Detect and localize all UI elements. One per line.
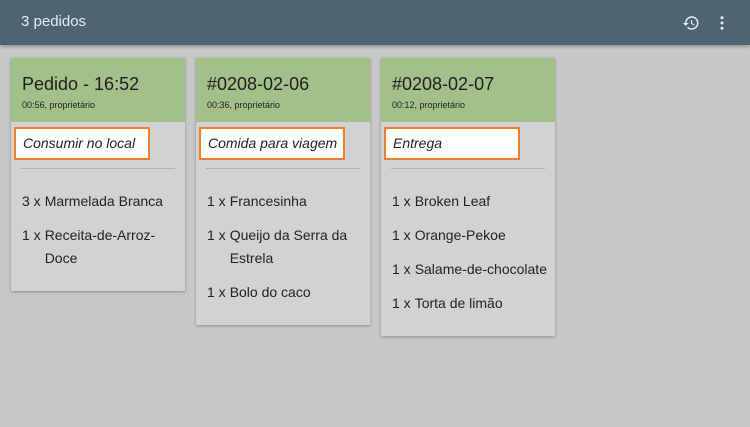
item-name: Salame-de-chocolate bbox=[414, 261, 547, 277]
item-name: Bolo do caco bbox=[229, 284, 311, 300]
list-item: 1 x Francesinha bbox=[207, 190, 362, 213]
order-card-header: #0208-02-07 00:12, proprietário bbox=[381, 58, 555, 122]
app-bar: 3 pedidos bbox=[0, 0, 750, 45]
page-title: 3 pedidos bbox=[21, 13, 87, 30]
history-icon[interactable] bbox=[680, 12, 702, 34]
item-quantity: 1 x bbox=[22, 227, 41, 243]
item-quantity: 1 x bbox=[392, 261, 411, 277]
order-card[interactable]: Pedido - 16:52 00:56, proprietário Consu… bbox=[11, 58, 185, 291]
list-item: 1 x Orange-Pekoe bbox=[392, 224, 547, 247]
list-item: 3 x Marmelada Branca bbox=[22, 190, 177, 213]
order-title: Pedido - 16:52 bbox=[22, 74, 140, 94]
item-name: Marmelada Branca bbox=[44, 193, 163, 209]
list-item: 1 x Broken Leaf bbox=[392, 190, 547, 213]
item-quantity: 1 x bbox=[392, 193, 411, 209]
order-subtitle: 00:56, proprietário bbox=[22, 100, 96, 110]
item-quantity: 1 x bbox=[207, 284, 226, 300]
order-type-label: Consumir no local bbox=[14, 127, 150, 160]
item-quantity: 1 x bbox=[207, 193, 226, 209]
item-name: Orange-Pekoe bbox=[414, 227, 506, 243]
order-card-header: #0208-02-06 00:36, proprietário bbox=[196, 58, 370, 122]
order-card-header: Pedido - 16:52 00:56, proprietário bbox=[11, 58, 185, 122]
list-item: 1 x Bolo do caco bbox=[207, 281, 362, 304]
item-name: Torta de limão bbox=[414, 295, 503, 311]
item-name: Receita-de-Arroz-Doce bbox=[44, 227, 156, 266]
order-title: #0208-02-06 bbox=[207, 74, 310, 94]
item-name: Broken Leaf bbox=[414, 193, 491, 209]
list-item: 1 x Salame-de-chocolate bbox=[392, 258, 547, 281]
list-item: 1 x Queijo da Serra da Estrela bbox=[207, 224, 362, 270]
order-title: #0208-02-07 bbox=[392, 74, 495, 94]
more-vert-icon[interactable] bbox=[711, 12, 733, 34]
order-subtitle: 00:36, proprietário bbox=[207, 100, 281, 110]
order-card[interactable]: #0208-02-06 00:36, proprietário Comida p… bbox=[196, 58, 370, 325]
item-quantity: 3 x bbox=[22, 193, 41, 209]
list-item: 1 x Torta de limão bbox=[392, 292, 547, 315]
item-quantity: 1 x bbox=[392, 227, 411, 243]
order-type-label: Comida para viagem bbox=[199, 127, 345, 160]
order-card[interactable]: #0208-02-07 00:12, proprietário Entrega … bbox=[381, 58, 555, 336]
card-divider bbox=[391, 168, 545, 169]
card-divider bbox=[21, 168, 175, 169]
item-quantity: 1 x bbox=[392, 295, 411, 311]
item-name: Queijo da Serra da Estrela bbox=[229, 227, 348, 266]
card-divider bbox=[206, 168, 360, 169]
item-name: Francesinha bbox=[229, 193, 307, 209]
item-quantity: 1 x bbox=[207, 227, 226, 243]
order-subtitle: 00:12, proprietário bbox=[392, 100, 466, 110]
order-type-label: Entrega bbox=[384, 127, 520, 160]
list-item: 1 x Receita-de-Arroz-Doce bbox=[22, 224, 177, 270]
